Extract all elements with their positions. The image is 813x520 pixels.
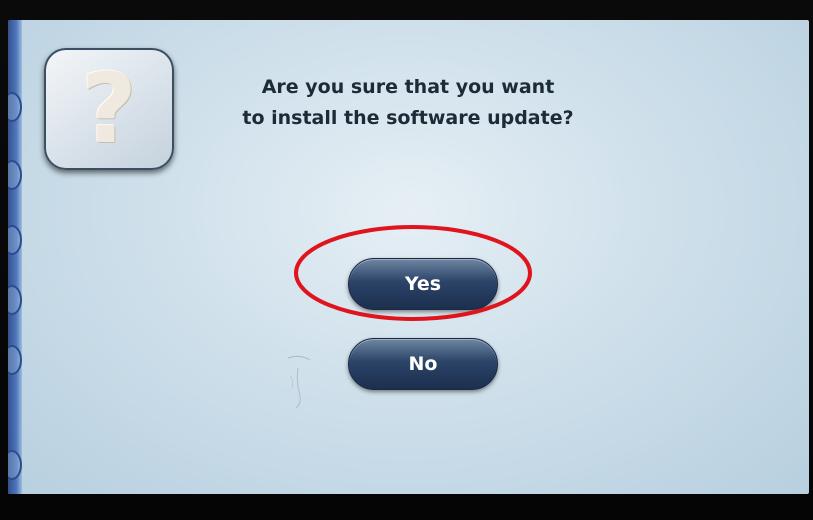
screen-scratch-mark [287, 355, 311, 409]
no-button[interactable]: No [348, 338, 498, 390]
question-glyph: ? [81, 53, 137, 165]
highlight-ring [294, 225, 532, 321]
confirm-message-line-2: to install the software update? [242, 107, 574, 129]
touch-screen: ? Are you sure that you want to install … [8, 20, 809, 494]
no-button-label: No [408, 353, 438, 375]
confirm-message: Are you sure that you want to install th… [188, 72, 628, 134]
confirm-message-line-1: Are you sure that you want [261, 76, 555, 98]
question-mark-icon: ? [44, 48, 174, 170]
